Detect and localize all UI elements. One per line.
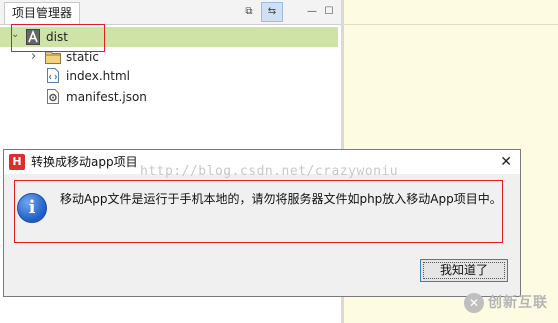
annotation-box-dist [11, 24, 105, 52]
panel-tabbar: 项目管理器 ⧉ ⇆ — ☐ [0, 0, 341, 25]
json-file-icon [47, 89, 59, 104]
tree-item-label: manifest.json [66, 90, 147, 104]
annotation-box-message [14, 180, 503, 243]
folder-icon [45, 51, 61, 64]
collapse-all-icon[interactable]: ⧉ [240, 3, 258, 21]
brand-mark-icon: ✕ [464, 293, 484, 313]
watermark-url: http://blog.csdn.net/crazywoniu [140, 164, 399, 179]
html-file-icon [47, 68, 59, 83]
close-icon[interactable]: ✕ [500, 150, 512, 174]
dialog-title: 转换成移动app项目 [31, 155, 138, 169]
brand-text: 创新互联 [488, 295, 548, 311]
ok-button[interactable]: 我知道了 [420, 259, 508, 282]
tree-item-manifest-json[interactable]: manifest.json [0, 87, 338, 107]
link-editor-icon[interactable]: ⇆ [261, 2, 283, 22]
minimize-icon[interactable]: — [303, 3, 321, 21]
hbuilder-logo-icon: H [9, 154, 25, 170]
editor-tabbar [344, 0, 558, 25]
tree-item-index-html[interactable]: index.html [0, 66, 338, 86]
tab-project-manager[interactable]: 项目管理器 [4, 2, 80, 24]
tree-item-label: index.html [66, 69, 130, 83]
maximize-icon[interactable]: ☐ [320, 3, 338, 21]
